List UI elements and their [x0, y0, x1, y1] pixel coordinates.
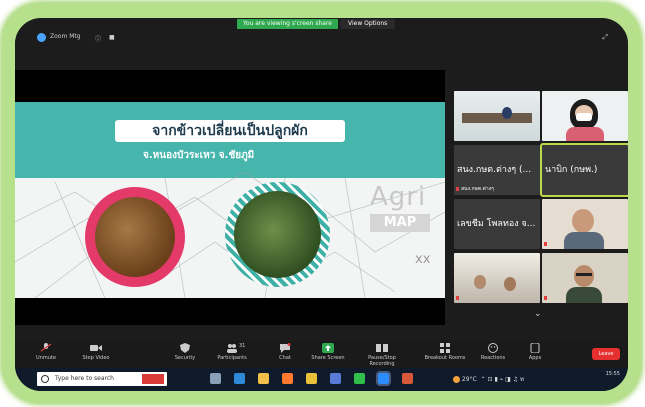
windows-taskbar: Type here to search 29°C ⌃ ⊡ ▮ ⌁ ◨ ♫ ท 1…: [15, 368, 628, 391]
zoom-screen: You are viewing s'creen share View Optio…: [15, 18, 628, 391]
participant-tile[interactable]: [542, 199, 628, 249]
shield-icon: [160, 343, 210, 353]
toolbar-label: Security: [174, 355, 196, 361]
slide-location: จ.หนองบัวระเหว จ.ชัยภูมิ: [143, 150, 255, 161]
rice-field-photo: [85, 187, 185, 287]
system-tray: 29°C ⌃ ⊡ ▮ ⌁ ◨ ♫ ท: [453, 374, 524, 384]
info-icon[interactable]: ⓘ: [95, 34, 101, 43]
toolbar-label: Stop Video: [82, 355, 110, 361]
window-title: Zoom Mtg: [50, 33, 81, 40]
participant-tile[interactable]: [454, 253, 540, 303]
line-icon[interactable]: [354, 373, 365, 384]
chrome-icon[interactable]: [306, 373, 317, 384]
participant-name-label: สนง.กษต.ต่างๆ: [456, 185, 494, 193]
weather-text[interactable]: 29°C: [462, 376, 477, 383]
muted-mic-icon: [456, 295, 459, 300]
participant-display-name: เลขชีม โพลทอง จ...: [457, 219, 536, 229]
participants-icon: [207, 343, 257, 353]
search-icon: [41, 375, 49, 383]
pause-stop-recording-button[interactable]: Pause/Stop Recording: [357, 343, 407, 367]
share-screen-icon: [303, 343, 353, 353]
microphone-icon: [21, 343, 71, 353]
muted-mic-icon: [544, 241, 547, 246]
zoom-icon[interactable]: [376, 371, 391, 386]
toolbar-label: Chat: [279, 355, 291, 361]
stop-video-button[interactable]: Stop Video: [71, 343, 121, 361]
participant-gallery: สนง.กษต.ต่างๆ (... สนง.กษต.ต่างๆ นาบิก (ก…: [454, 91, 628, 341]
unmute-button[interactable]: Unmute: [21, 343, 71, 361]
fullscreen-icon[interactable]: ⤢: [602, 33, 608, 42]
taskbar-search-box[interactable]: Type here to search: [37, 372, 167, 386]
breakout-rooms-icon: [420, 343, 470, 353]
participant-tile[interactable]: [542, 91, 628, 141]
record-icon: [357, 343, 407, 353]
participant-name-label: [456, 295, 461, 301]
participant-tile[interactable]: นาบิก (กษพ.): [540, 143, 628, 197]
zoom-logo-icon: [37, 33, 46, 42]
toolbar-label: Reactions: [480, 355, 506, 361]
slide-headline: จากข้าวเปลี่ยนเป็นปลูกผัก: [115, 120, 345, 142]
store-icon[interactable]: [330, 373, 341, 384]
participant-tile[interactable]: [542, 253, 628, 303]
brand-word: Agri: [370, 182, 427, 212]
vegetable-photo: [225, 182, 330, 287]
folder-icon[interactable]: [258, 373, 269, 384]
participant-display-name: นาบิก (กษพ.): [545, 165, 598, 175]
edge-icon[interactable]: [234, 373, 245, 384]
shared-screen: จากข้าวเปลี่ยนเป็นปลูกผัก จ.หนองบัวระเหว…: [15, 70, 445, 325]
security-button[interactable]: Security: [160, 343, 210, 361]
breakout-rooms-button[interactable]: Breakout Rooms: [420, 343, 470, 361]
weather-icon[interactable]: [453, 376, 460, 383]
news-widget-icon[interactable]: [142, 374, 164, 384]
video-camera-icon: [71, 343, 121, 353]
screen-share-banner: You are viewing s'creen share View Optio…: [237, 19, 396, 29]
firefox-icon[interactable]: [282, 373, 293, 384]
tray-icons[interactable]: ⌃ ⊡ ▮ ⌁ ◨ ♫ ท: [479, 376, 524, 383]
task-view-icon[interactable]: [210, 373, 221, 384]
participant-name-label: [544, 241, 549, 247]
presentation-slide: จากข้าวเปลี่ยนเป็นปลูกผัก จ.หนองบัวระเหว…: [15, 102, 445, 298]
taskbar-clock[interactable]: 15:55: [606, 371, 620, 378]
participants-button[interactable]: 31 Participants: [207, 343, 257, 361]
toolbar-label: Share Screen: [311, 355, 345, 361]
participant-tile[interactable]: สนง.กษต.ต่างๆ (... สนง.กษต.ต่างๆ: [454, 145, 540, 195]
search-placeholder: Type here to search: [55, 375, 114, 382]
participant-name: สนง.กษต.ต่างๆ: [461, 186, 494, 192]
share-screen-button[interactable]: Share Screen: [303, 343, 353, 361]
brand-box: MAP: [370, 214, 430, 232]
view-options-button[interactable]: View Options: [340, 19, 396, 29]
apps-icon: [510, 343, 560, 353]
clock-time: 15:55: [605, 371, 620, 377]
window-title-bar: Zoom Mtg ⓘ ■ ⤢: [15, 31, 628, 45]
toolbar-label: Participants: [217, 355, 247, 361]
gallery-next-icon[interactable]: ⌄: [534, 309, 542, 319]
participant-name-label: [544, 295, 549, 301]
muted-mic-icon: [544, 295, 547, 300]
app-icon[interactable]: [402, 373, 413, 384]
participant-display-name: สนง.กษต.ต่างๆ (...: [457, 165, 532, 175]
muted-mic-icon: [456, 186, 459, 191]
toolbar-label: Breakout Rooms: [424, 355, 466, 361]
participant-count: 31: [239, 343, 246, 349]
brand-tail: xx: [415, 252, 431, 267]
toolbar-label: Apps: [528, 355, 542, 361]
share-banner-message: You are viewing s'creen share: [237, 19, 338, 29]
toolbar-label: Pause/Stop Recording: [368, 355, 396, 367]
participant-tile[interactable]: เลขชีม โพลทอง จ...: [454, 199, 540, 249]
meeting-toolbar: Unmute Stop Video Security 31 Participants Ch…: [15, 341, 628, 368]
apps-button[interactable]: Apps: [510, 343, 560, 361]
toolbar-label: Unmute: [36, 355, 56, 361]
leave-button[interactable]: Leave: [592, 348, 620, 360]
participant-tile[interactable]: [454, 91, 540, 141]
lock-icon[interactable]: ■: [109, 34, 115, 41]
